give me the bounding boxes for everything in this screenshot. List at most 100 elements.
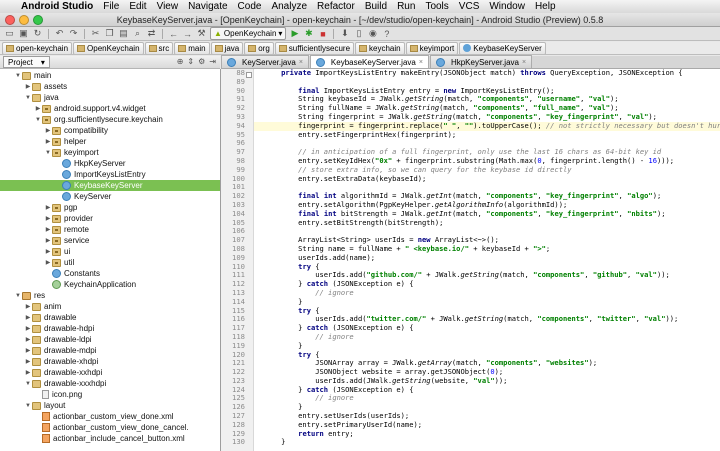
save-icon[interactable]: ▣ [18,28,29,39]
expand-arrow-icon[interactable]: ▼ [34,117,42,123]
tree-item[interactable]: ▶ anim [0,301,220,312]
run-configuration-select[interactable]: ▲ OpenKeychain ▾ [210,27,287,40]
menu-item[interactable]: Run [392,1,420,12]
tree-item[interactable]: KeybaseKeyServer [0,180,220,191]
cut-icon[interactable]: ✂ [90,28,101,39]
code-line[interactable]: entry.setExtraData(keybaseId); [254,174,720,184]
menu-item[interactable]: Analyze [266,1,312,12]
tree-item[interactable]: ▼ drawable-xxxhdpi [0,378,220,389]
tree-item[interactable]: Constants [0,268,220,279]
avd-manager-icon[interactable]: ▯ [353,28,364,39]
code-line[interactable]: // ignore [254,288,720,298]
undo-icon[interactable]: ↶ [54,28,65,39]
menu-item[interactable]: VCS [454,1,485,12]
find-icon[interactable]: ⌕ [132,28,143,39]
paste-icon[interactable]: ▤ [118,28,129,39]
breadcrumb-item[interactable]: keychain [355,42,405,54]
close-icon[interactable]: × [299,59,303,66]
collapse-arrow-icon[interactable]: ▶ [34,105,42,112]
code-line[interactable]: // ignore [254,332,720,342]
tree-item[interactable]: ▶ drawable-mdpi [0,345,220,356]
breadcrumb-item[interactable]: sufficientlysecure [274,42,355,54]
tree-item[interactable]: KeychainApplication [0,279,220,290]
tree-item[interactable]: ▶ ui [0,246,220,257]
tree-item[interactable]: ▼ main [0,70,220,81]
tree-item[interactable]: ▶ android.support.v4.widget [0,103,220,114]
editor-tab[interactable]: KeyServer.java × [221,55,309,68]
tree-item[interactable]: ▶ drawable-xhdpi [0,356,220,367]
expand-arrow-icon[interactable]: ▼ [44,150,52,156]
tree-item[interactable]: ▼ org.sufficientlysecure.keychain [0,114,220,125]
breadcrumb-item[interactable]: src [144,42,174,54]
breadcrumb-item[interactable]: keyimport [405,42,459,54]
collapse-arrow-icon[interactable]: ▶ [24,358,32,365]
breadcrumb-item[interactable]: KeybaseKeyServer [459,42,546,54]
help-icon[interactable]: ? [381,28,392,39]
project-view-select[interactable]: Project ▾ [3,56,50,68]
stop-icon[interactable]: ■ [317,28,328,39]
tree-item[interactable]: ▶ remote [0,224,220,235]
run-icon[interactable]: ▶ [289,28,300,39]
replace-icon[interactable]: ⇄ [146,28,157,39]
tree-item[interactable]: ▼ layout [0,400,220,411]
tree-item[interactable]: ▶ assets [0,81,220,92]
menu-item[interactable]: Code [233,1,267,12]
tree-item[interactable]: ▶ drawable-hdpi [0,323,220,334]
expand-arrow-icon[interactable]: ▼ [24,95,32,101]
tree-item[interactable]: ▼ res [0,290,220,301]
menu-item[interactable]: Window [484,1,530,12]
sync-icon[interactable]: ↻ [32,28,43,39]
code-line[interactable]: } [254,297,720,307]
menu-item[interactable]: File [98,1,124,12]
code-line[interactable]: private ImportKeysListEntry makeEntry(JS… [254,69,720,78]
tree-item[interactable]: KeyServer [0,191,220,202]
code-line[interactable]: // ignore [254,394,720,403]
build-icon[interactable]: ⚒ [196,28,207,39]
collapse-arrow-icon[interactable]: ▶ [24,303,32,310]
expand-arrow-icon[interactable]: ▼ [14,73,22,79]
collapse-arrow-icon[interactable]: ▶ [24,347,32,354]
menu-item[interactable]: Help [530,1,561,12]
collapse-arrow-icon[interactable]: ▶ [44,138,52,145]
tree-item[interactable]: ▶ drawable-xxhdpi [0,367,220,378]
collapse-arrow-icon[interactable]: ▶ [24,83,32,90]
settings-gear-icon[interactable]: ⚙ [198,57,205,66]
editor-tab[interactable]: HkpKeyServer.java × [429,55,533,68]
collapse-arrow-icon[interactable]: ▶ [24,336,32,343]
tree-item[interactable]: actionbar_include_cancel_button.xml [0,433,220,444]
breadcrumb-item[interactable]: org [244,42,274,54]
tree-item[interactable]: ▼ keyimport [0,147,220,158]
tree-item[interactable]: ▶ drawable-ldpi [0,334,220,345]
tree-item[interactable]: ▶ util [0,257,220,268]
debug-icon[interactable]: ✱ [303,28,314,39]
code-line[interactable]: userIds.add(name); [254,253,720,263]
sync-scroll-icon[interactable]: ⊕ [177,57,184,66]
collapse-arrow-icon[interactable]: ▶ [44,127,52,134]
code-line[interactable]: entry.setFingerprintHex(fingerprint); [254,130,720,140]
tree-item[interactable]: HkpKeyServer [0,158,220,169]
close-icon[interactable]: × [419,59,423,66]
breadcrumb-item[interactable]: OpenKeychain [73,42,144,54]
tree-item[interactable]: actionbar_custom_view_done_cancel. [0,422,220,433]
expand-arrow-icon[interactable]: ▼ [24,403,32,409]
forward-icon[interactable]: → [182,28,193,39]
collapse-all-icon[interactable]: ⇕ [187,57,194,66]
tree-item[interactable]: icon.png [0,389,220,400]
tree-item[interactable]: ▶ service [0,235,220,246]
collapse-arrow-icon[interactable]: ▶ [24,369,32,376]
menu-item[interactable]: Edit [124,1,151,12]
code-editor[interactable]: private ImportKeysListEntry makeEntry(JS… [254,69,720,451]
collapse-arrow-icon[interactable]: ▶ [44,259,52,266]
back-icon[interactable]: ← [168,28,179,39]
menu-item[interactable]: Tools [420,1,453,12]
copy-icon[interactable]: ❐ [104,28,115,39]
tree-item[interactable]: ▶ drawable [0,312,220,323]
tree-item[interactable]: ▶ pgp [0,202,220,213]
tree-item[interactable]: actionbar_custom_view_done.xml [0,411,220,422]
close-icon[interactable]: × [522,59,526,66]
expand-arrow-icon[interactable]: ▼ [14,293,22,299]
menu-item[interactable]: Android Studio [16,1,98,12]
editor-tab[interactable]: KeybaseKeyServer.java × [309,55,429,68]
expand-arrow-icon[interactable]: ▼ [24,381,32,387]
sdk-manager-icon[interactable]: ⬇ [339,28,350,39]
